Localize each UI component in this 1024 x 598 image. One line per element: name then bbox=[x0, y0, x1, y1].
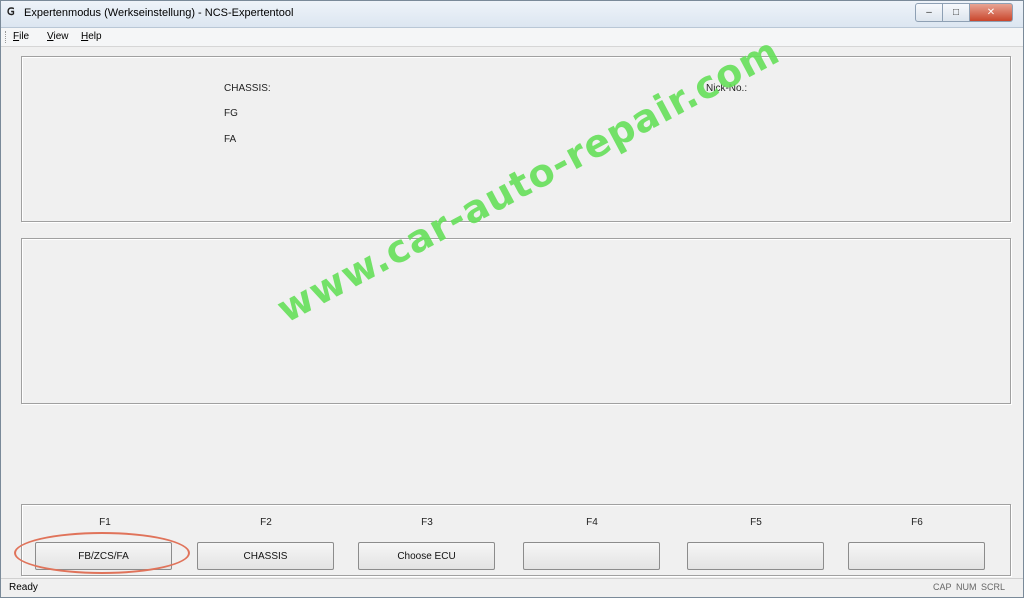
cap-indicator: CAP bbox=[933, 582, 952, 592]
f1-fb-zcs-fa-button[interactable]: FB/ZCS/FA bbox=[35, 542, 172, 570]
output-panel bbox=[21, 238, 1011, 404]
window-controls: – □ ✕ bbox=[915, 3, 1013, 22]
window-title: Expertenmodus (Werkseinstellung) - NCS-E… bbox=[24, 7, 294, 19]
f3-choose-ecu-button[interactable]: Choose ECU bbox=[358, 542, 495, 570]
app-icon: 𝖦 bbox=[7, 7, 15, 18]
f6-key-label: F6 bbox=[911, 517, 923, 528]
menu-grip-icon bbox=[5, 31, 9, 43]
f4-button[interactable] bbox=[523, 542, 660, 570]
menu-view[interactable]: View bbox=[47, 31, 69, 42]
fg-label: FG bbox=[224, 108, 238, 119]
title-bar[interactable]: 𝖦 Expertenmodus (Werkseinstellung) - NCS… bbox=[1, 1, 1023, 28]
fa-label: FA bbox=[224, 134, 237, 145]
f5-key-label: F5 bbox=[750, 517, 762, 528]
menu-file[interactable]: File bbox=[13, 31, 29, 42]
chassis-label: CHASSIS: bbox=[224, 83, 271, 94]
f5-button[interactable] bbox=[687, 542, 824, 570]
f3-key-label: F3 bbox=[421, 517, 433, 528]
status-bar: Ready CAP NUM SCRL bbox=[1, 578, 1023, 597]
menu-help[interactable]: Help bbox=[81, 31, 102, 42]
function-key-panel: F1 F2 F3 F4 F5 F6 FB/ZCS/FA CHASSIS Choo… bbox=[21, 504, 1011, 576]
close-icon[interactable]: ✕ bbox=[970, 3, 1013, 22]
f2-chassis-button[interactable]: CHASSIS bbox=[197, 542, 334, 570]
f2-key-label: F2 bbox=[260, 517, 272, 528]
minimize-icon[interactable]: – bbox=[915, 3, 943, 22]
app-window: 𝖦 Expertenmodus (Werkseinstellung) - NCS… bbox=[0, 0, 1024, 598]
f4-key-label: F4 bbox=[586, 517, 598, 528]
nick-no-label: Nick-No.: bbox=[706, 83, 748, 94]
f6-button[interactable] bbox=[848, 542, 985, 570]
num-indicator: NUM bbox=[956, 582, 977, 592]
menu-bar: File View Help bbox=[1, 28, 1023, 47]
maximize-icon[interactable]: □ bbox=[943, 3, 970, 22]
f1-key-label: F1 bbox=[99, 517, 111, 528]
vehicle-info-panel: CHASSIS: FG FA Nick-No.: bbox=[21, 56, 1011, 222]
scrl-indicator: SCRL bbox=[981, 582, 1006, 592]
status-text: Ready bbox=[9, 582, 38, 593]
